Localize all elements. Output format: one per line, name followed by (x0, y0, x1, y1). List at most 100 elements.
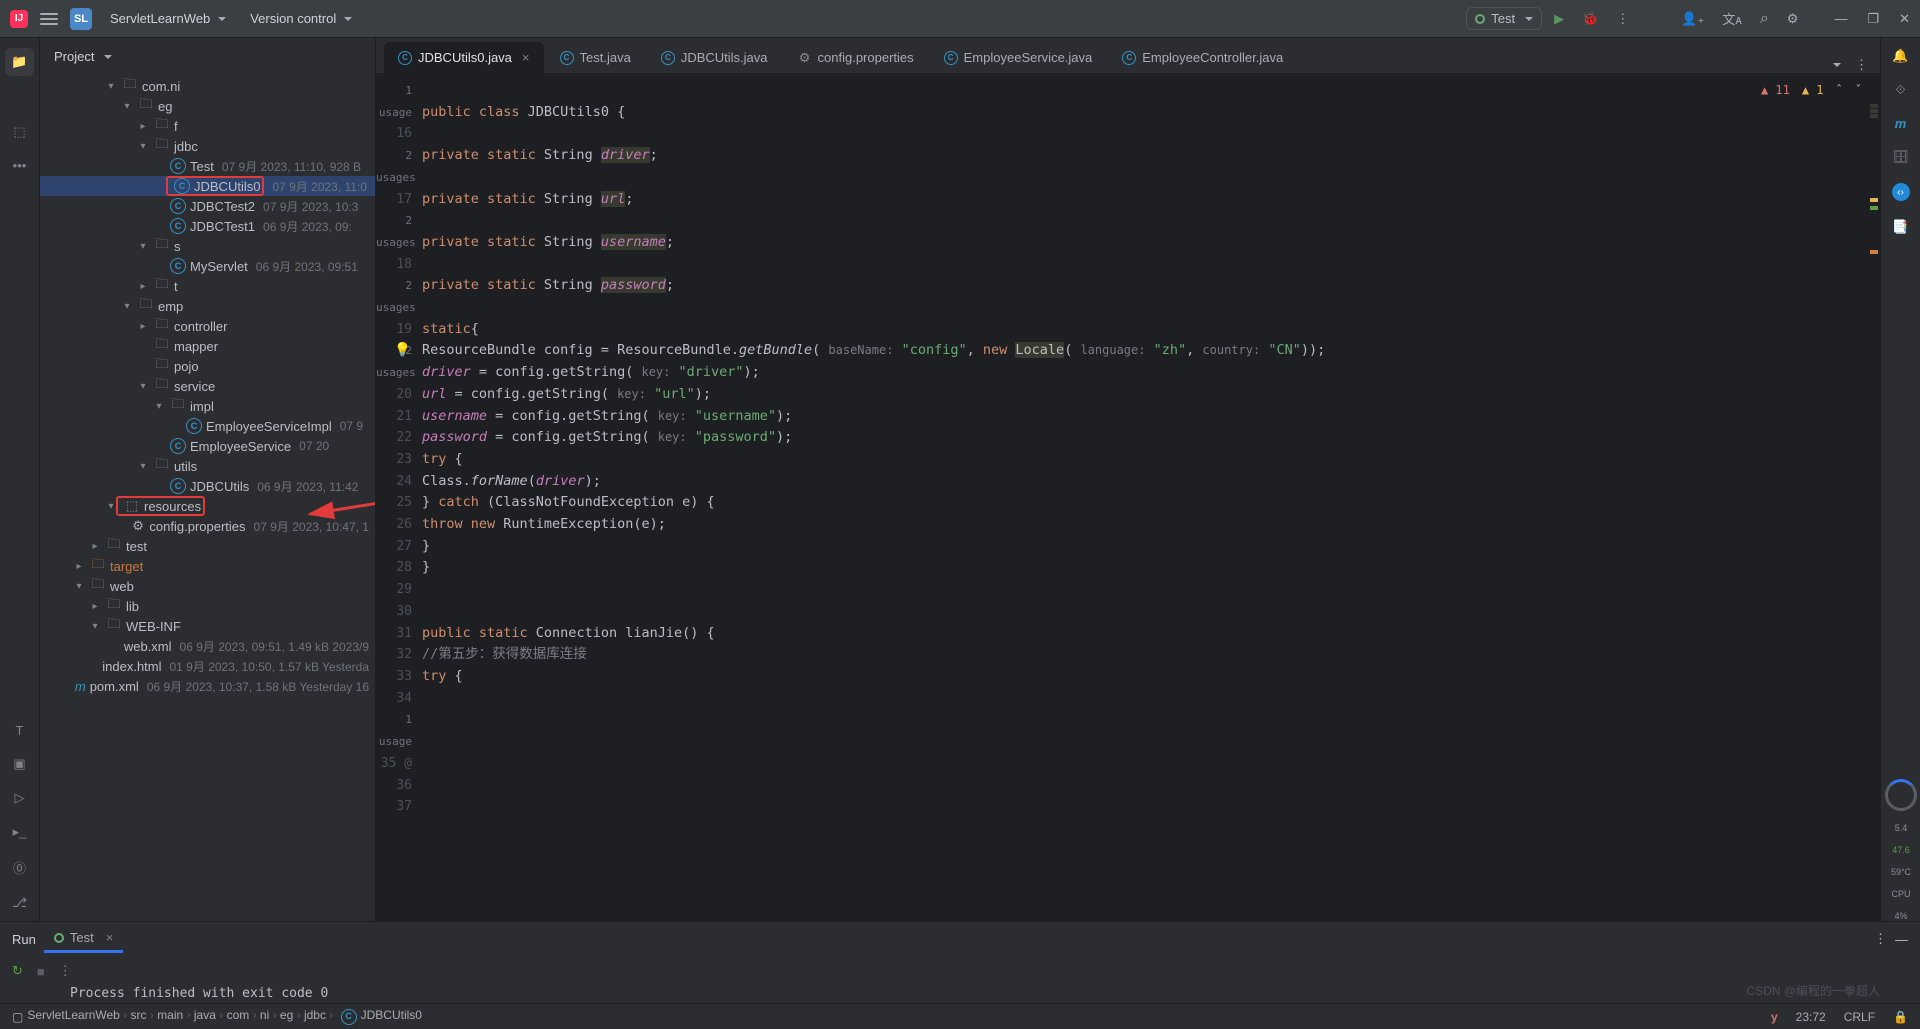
readonly-lock-icon[interactable]: 🔒 (1893, 1010, 1908, 1024)
tree-item-f[interactable]: ▸🗀f (40, 116, 375, 136)
tree-item-s[interactable]: ▾🗀s (40, 236, 375, 256)
vcs-dropdown[interactable]: Version control (244, 7, 358, 30)
tree-item-web[interactable]: ▾🗀web (40, 576, 375, 596)
breadcrumb-path[interactable]: ServletLearnWeb › src › main › java › co… (27, 1008, 422, 1025)
tree-item-pom-xml[interactable]: mpom.xml06 9月 2023, 10:37, 1.58 kB Yeste… (40, 676, 375, 696)
problems-tool-button[interactable]: ⓪ (13, 858, 26, 877)
code-body[interactable]: ▲ 11 ▲ 1 ˆˇ public class JDBCUtils0 { pr… (422, 74, 1868, 921)
window-minimize-button[interactable]: — (1834, 11, 1847, 27)
tree-item-pojo[interactable]: 🗀pojo (40, 356, 375, 376)
run-config-selector[interactable]: Test (1466, 7, 1542, 30)
project-dropdown[interactable]: ServletLearnWeb (104, 7, 232, 30)
run-tool-button-left[interactable]: ▷ (15, 790, 25, 806)
run-panel-hide-button[interactable]: — (1895, 932, 1908, 947)
translate-icon[interactable]: 文ᴀ (1722, 9, 1741, 28)
inspections-badge[interactable]: ▲ 11 ▲ 1 ˆˇ (1761, 80, 1862, 102)
breadcrumb-seg[interactable]: JDBCUtils0 (361, 1008, 422, 1022)
code-editor[interactable]: 1 usage162 usages172 usages182 usages192… (376, 74, 1880, 921)
ai-assistant-tool-button[interactable]: ⟐ (1895, 82, 1905, 98)
tree-item-jdbc[interactable]: ▾🗀jdbc (40, 136, 375, 156)
window-close-button[interactable]: ✕ (1899, 11, 1910, 27)
tree-item-com-ni[interactable]: ▾🗀com.ni (40, 76, 375, 96)
tree-item-resources[interactable]: ▾⬚resources (40, 496, 375, 516)
watermark: CSDN @编程的一拳超人 (1746, 982, 1880, 999)
project-tool-button[interactable]: 📁 (5, 48, 33, 76)
tree-item-controller[interactable]: ▸🗀controller (40, 316, 375, 336)
tree-item-test[interactable]: CTest07 9月 2023, 11:10, 928 B (40, 156, 375, 176)
rerun-button[interactable]: ↻ (12, 963, 23, 979)
debug-button[interactable]: 🐞 (1582, 11, 1598, 27)
tree-item-eg[interactable]: ▾🗀eg (40, 96, 375, 116)
nav-icon[interactable]: ▢ (12, 1010, 23, 1024)
editor-tab-test-java[interactable]: CTest.java (546, 42, 645, 73)
tree-item-jdbcutils0[interactable]: CJDBCUtils007 9月 2023, 11:0 (40, 176, 375, 196)
tree-item-jdbcutils[interactable]: CJDBCUtils06 9月 2023, 11:42 (40, 476, 375, 496)
tree-item-web-xml[interactable]: web.xml06 9月 2023, 09:51, 1.49 kB 2023/9 (40, 636, 375, 656)
coverage-tool-button[interactable]: ‹› (1892, 183, 1910, 201)
search-everywhere-icon[interactable]: ⌕ (1760, 10, 1769, 28)
tree-item-index-html[interactable]: index.html01 9月 2023, 10:50, 1.57 kB Yes… (40, 656, 375, 676)
breadcrumb-seg[interactable]: src (131, 1008, 147, 1022)
breadcrumb-seg[interactable]: jdbc (304, 1008, 326, 1022)
stop-button[interactable]: ■ (37, 964, 45, 979)
editor-tab-jdbcutils-java[interactable]: CJDBCUtils.java (647, 42, 782, 73)
terminal-tool-button[interactable]: ▸_ (13, 824, 27, 840)
line-gutter: 1 usage162 usages172 usages182 usages192… (376, 74, 422, 921)
run-tab-label: Run (12, 932, 36, 947)
tree-item-jdbctest2[interactable]: CJDBCTest207 9月 2023, 10:3 (40, 196, 375, 216)
editor-tab-employeecontroller-java[interactable]: CEmployeeController.java (1108, 42, 1297, 73)
run-more-button[interactable]: ⋮ (59, 963, 72, 979)
notifications-tool-button[interactable]: 🔔 (1892, 48, 1908, 64)
tree-item-emp[interactable]: ▾🗀emp (40, 296, 375, 316)
git-tool-button[interactable]: ⎇ (12, 895, 27, 911)
window-maximize-button[interactable]: ❐ (1867, 11, 1879, 27)
tree-item-utils[interactable]: ▾🗀utils (40, 456, 375, 476)
todo-tool-button[interactable]: T (16, 723, 24, 738)
line-separator[interactable]: CRLF (1844, 1010, 1875, 1024)
settings-icon[interactable]: ⚙ (1787, 11, 1799, 27)
tree-item-t[interactable]: ▸🗀t (40, 276, 375, 296)
tree-item-employeeservice[interactable]: CEmployeeService07 20 (40, 436, 375, 456)
breadcrumb-seg[interactable]: eg (280, 1008, 293, 1022)
run-output[interactable]: Process finished with exit code 0 (0, 986, 1920, 1001)
tree-item-employeeserviceimpl[interactable]: CEmployeeServiceImpl07 9 (40, 416, 375, 436)
tree-item-config-properties[interactable]: ⚙config.properties07 9月 2023, 10:47, 1 (40, 516, 375, 536)
run-button[interactable]: ▶ (1554, 11, 1564, 27)
tree-item-jdbctest1[interactable]: CJDBCTest106 9月 2023, 09: (40, 216, 375, 236)
tabs-dropdown-button[interactable] (1833, 63, 1841, 71)
tree-item-myservlet[interactable]: CMyServlet06 9月 2023, 09:51 (40, 256, 375, 276)
breadcrumb-seg[interactable]: java (194, 1008, 216, 1022)
more-actions-button[interactable]: ⋮ (1616, 11, 1629, 27)
structure-tool-button[interactable]: ⬚ (13, 124, 25, 140)
tree-item-target[interactable]: ▸🗀target (40, 556, 375, 576)
database-tool-button[interactable]: 🗄 (1892, 149, 1909, 165)
editor-tab-config-properties[interactable]: ⚙config.properties (784, 42, 928, 73)
breadcrumb-seg[interactable]: ni (260, 1008, 269, 1022)
project-tree[interactable]: ▾🗀com.ni▾🗀eg▸🗀f▾🗀jdbc CTest07 9月 2023, 1… (40, 76, 375, 921)
tree-item-web-inf[interactable]: ▾🗀WEB-INF (40, 616, 375, 636)
tabs-more-button[interactable]: ⋮ (1855, 57, 1868, 73)
tree-item-test[interactable]: ▸🗀test (40, 536, 375, 556)
breadcrumb-seg[interactable]: main (157, 1008, 183, 1022)
code-with-me-icon[interactable]: 👤₊ (1681, 11, 1704, 27)
tree-item-mapper[interactable]: 🗀mapper (40, 336, 375, 356)
intention-bulb-icon[interactable]: 💡 (394, 340, 411, 362)
tree-item-service[interactable]: ▾🗀service (40, 376, 375, 396)
project-panel: Project ▾🗀com.ni▾🗀eg▸🗀f▾🗀jdbc CTest07 9月… (40, 38, 376, 921)
services-tool-button[interactable]: ▣ (13, 756, 25, 772)
main-menu-button[interactable] (40, 10, 58, 28)
project-panel-title[interactable]: Project (54, 49, 94, 64)
editor-tab-jdbcutils0-java[interactable]: CJDBCUtils0.java× (384, 42, 544, 73)
bookmarks-tool-button[interactable]: 📑 (1892, 219, 1908, 235)
tree-item-lib[interactable]: ▸🗀lib (40, 596, 375, 616)
close-tab-icon[interactable]: × (522, 50, 530, 65)
marker-stripe[interactable] (1868, 74, 1880, 921)
editor-tab-employeeservice-java[interactable]: CEmployeeService.java (930, 42, 1107, 73)
run-panel-options-button[interactable]: ⋮ (1874, 931, 1887, 947)
breadcrumb-seg[interactable]: ServletLearnWeb (27, 1008, 120, 1022)
maven-tool-button[interactable]: m (1895, 116, 1907, 131)
run-config-tab[interactable]: Test× (44, 925, 123, 953)
breadcrumb-seg[interactable]: com (227, 1008, 250, 1022)
tree-item-impl[interactable]: ▾🗀impl (40, 396, 375, 416)
more-tools-button[interactable]: ••• (13, 158, 27, 173)
